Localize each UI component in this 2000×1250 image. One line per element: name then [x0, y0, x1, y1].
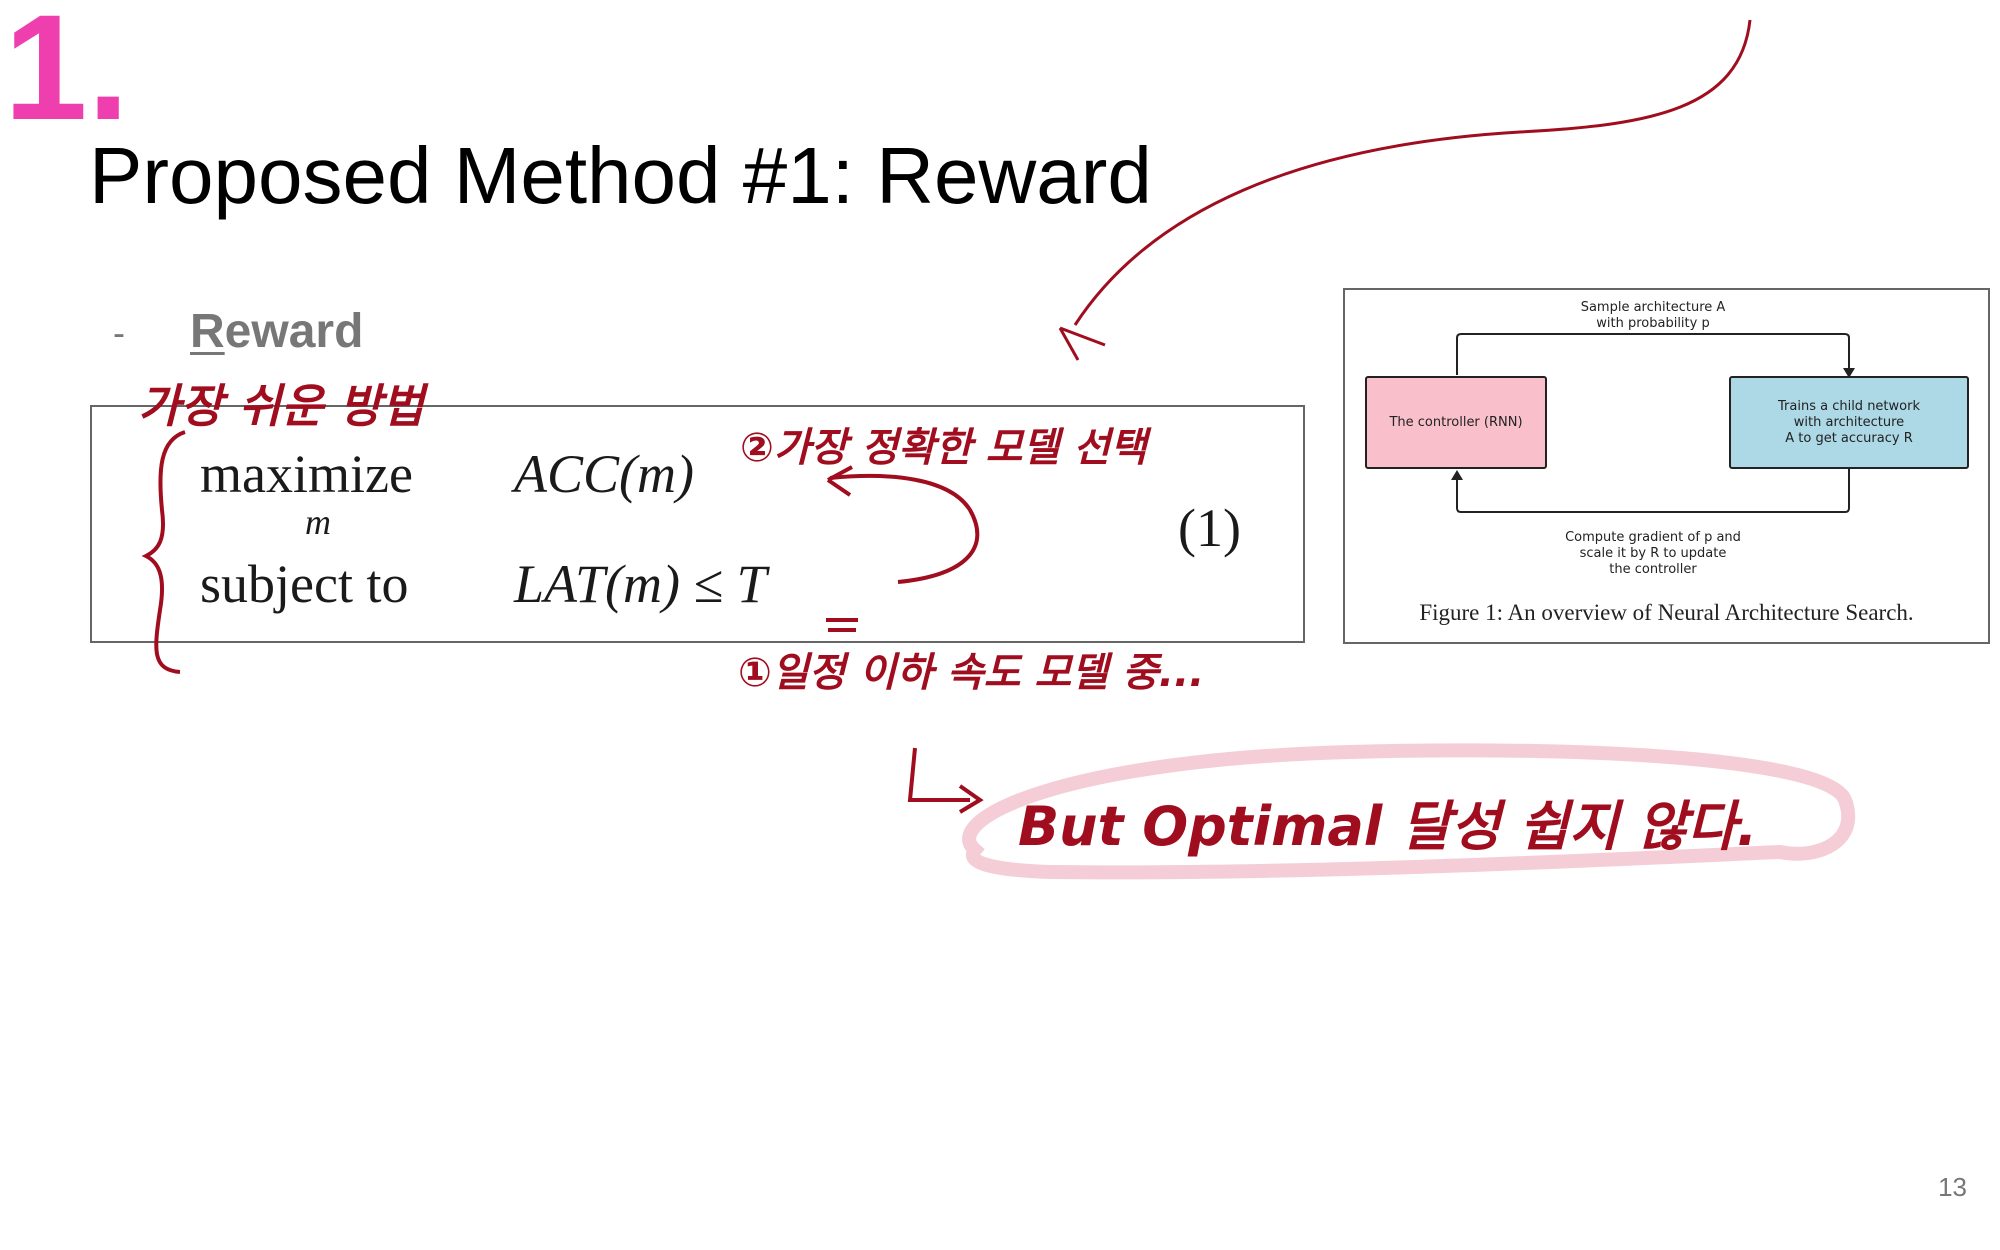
bullet-label-rest: eward	[224, 305, 364, 358]
figure-caption: Figure 1: An overview of Neural Architec…	[1419, 600, 1914, 625]
bullet-dash: -	[113, 312, 125, 353]
slide-title: Proposed Method #1: Reward	[89, 131, 1152, 220]
equation-keyword-maximize: maximize	[200, 444, 413, 504]
pointer-arrow-stroke	[1073, 19, 1752, 326]
child-network-node: Trains a child network with architecture…	[1729, 376, 1969, 469]
but-corner-arrow	[907, 747, 970, 802]
page-number: 13	[1938, 1172, 1967, 1202]
equation-objective: ACC(m)	[514, 444, 694, 504]
equation-subscript-m: m	[305, 502, 331, 542]
equation-keyword-subject-to: subject to	[200, 554, 409, 614]
controller-node: The controller (RNN)	[1365, 376, 1547, 469]
edge-update-arrowhead	[1451, 470, 1463, 480]
annotation-under-latency: ①일정 이하 속도 모델 중...	[738, 650, 1205, 696]
edge-sample-arrow	[1456, 333, 1850, 375]
annotation-select-accurate: ②가장 정확한 모델 선택	[740, 425, 1147, 471]
bullet-label-first-letter: R	[190, 305, 225, 358]
equation-constraint: LAT(m) ≤ T	[514, 554, 767, 614]
annotation-easiest-method: 가장 쉬운 방법	[138, 379, 424, 433]
pointer-arrow-head	[1058, 326, 1106, 361]
annotation-but-optimal: But Optimal 달성 쉽지 않다.	[1018, 795, 1758, 858]
bullet-label: Reward	[190, 304, 363, 359]
equation-number: (1)	[1178, 498, 1241, 558]
figure-box: Sample architecture A with probability p…	[1343, 288, 1990, 644]
edge-label-update: Compute gradient of p and scale it by R …	[1565, 530, 1741, 577]
edge-label-sample: Sample architecture A with probability p	[1580, 300, 1726, 331]
but-corner-arrowhead	[958, 784, 984, 814]
edge-update-arrow	[1456, 468, 1850, 513]
